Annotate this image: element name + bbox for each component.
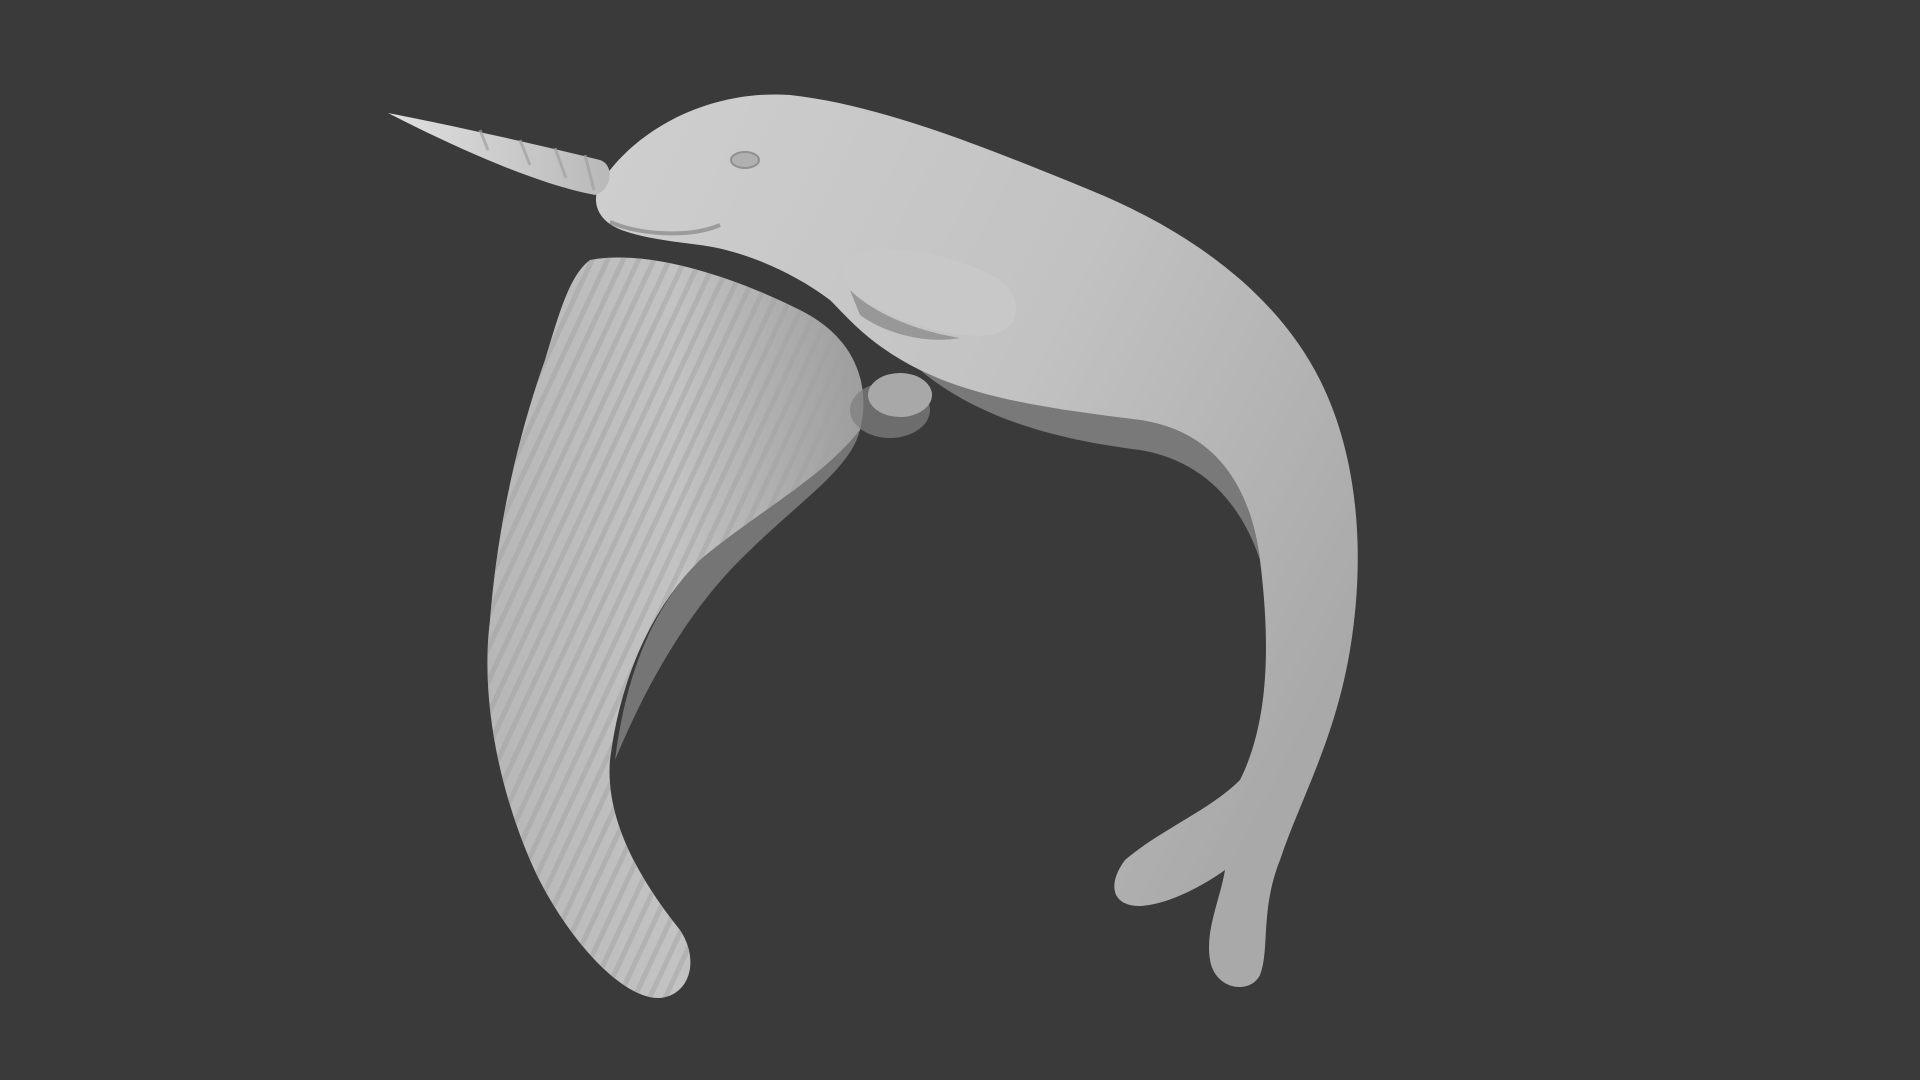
narwhal-eye	[730, 151, 760, 169]
narwhal-tusk	[388, 113, 610, 195]
narwhal-sculpt-icon	[388, 94, 1358, 999]
throat-knob	[868, 373, 932, 417]
3d-viewport[interactable]	[0, 0, 1920, 1080]
viewport-canvas[interactable]	[0, 0, 1920, 1080]
